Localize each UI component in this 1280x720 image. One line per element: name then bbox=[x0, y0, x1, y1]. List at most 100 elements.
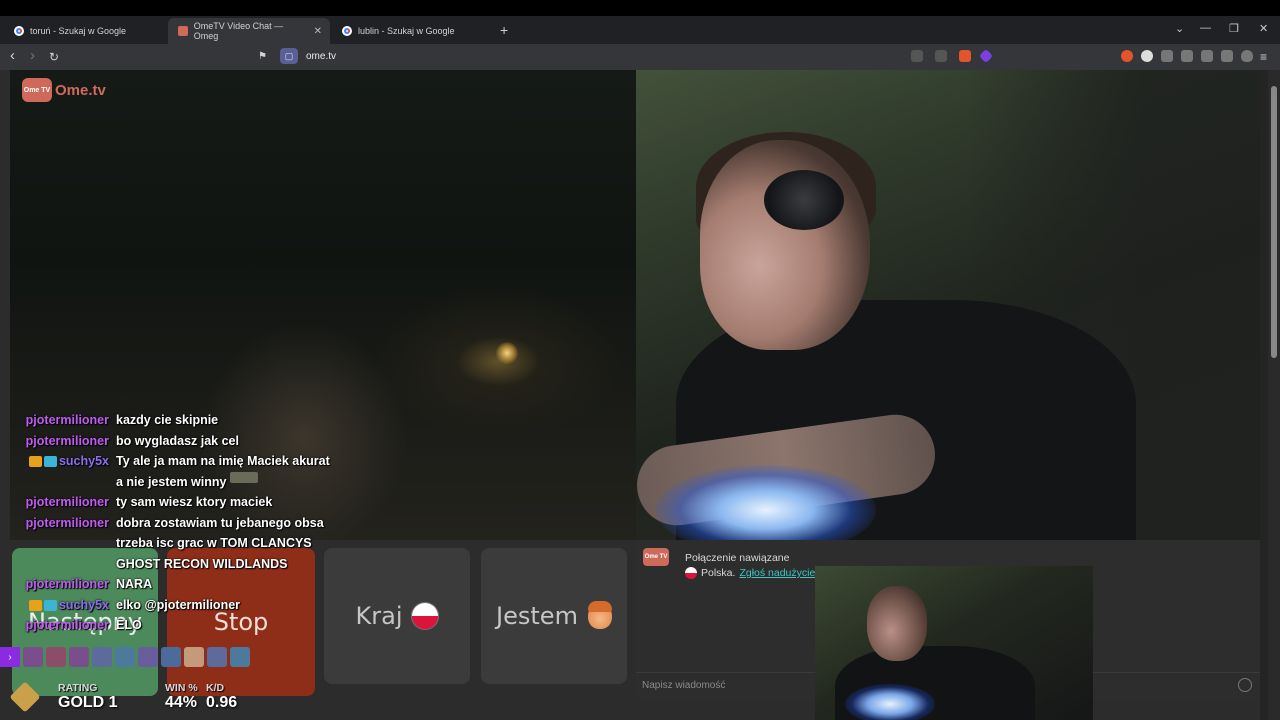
tab-search-icon[interactable]: ⌄ bbox=[1175, 22, 1184, 35]
chat-message: bo wygladasz jak cel bbox=[116, 433, 239, 448]
close-tab-icon[interactable]: ✕ bbox=[314, 26, 330, 37]
win-label: WIN % bbox=[165, 682, 198, 694]
gender-label: Jestem bbox=[496, 602, 578, 630]
headphones bbox=[764, 170, 844, 230]
kd-value: 0.96 bbox=[206, 694, 238, 711]
agent-icon bbox=[92, 647, 112, 667]
scrollbar-thumb[interactable] bbox=[1271, 86, 1277, 358]
chat-line: pjotermilioner bo wygladasz jak cel bbox=[18, 431, 348, 452]
leo-icon[interactable] bbox=[1221, 50, 1233, 62]
menu-icon[interactable]: ≡ bbox=[1260, 49, 1267, 65]
chat-username-badged: suchy5x bbox=[18, 595, 116, 616]
title-strip bbox=[0, 0, 1280, 16]
site-info-icon[interactable]: ▢ bbox=[280, 48, 298, 64]
chat-message: trzeba isc grac w TOM CLANCYS bbox=[116, 536, 312, 550]
chat-username: pjotermilioner bbox=[25, 433, 109, 448]
wallet-icon[interactable] bbox=[1201, 50, 1213, 62]
chat-username: suchy5x bbox=[58, 454, 109, 468]
tab-lublin[interactable]: lublin - Szukaj w Google bbox=[332, 20, 492, 42]
partner-country-line: Polska. Zgłoś nadużycie. bbox=[685, 567, 818, 579]
agent-strip: › bbox=[0, 647, 256, 667]
google-icon bbox=[342, 26, 352, 36]
tab-title: toruń - Szukaj w Google bbox=[30, 26, 127, 36]
close-window-icon[interactable]: ✕ bbox=[1259, 22, 1268, 35]
chat-line: pjotermilioner ELO bbox=[18, 615, 348, 636]
extensions-puzzle-icon[interactable] bbox=[1161, 50, 1173, 62]
back-icon[interactable]: ‹ bbox=[10, 48, 15, 63]
rating-value: GOLD 1 bbox=[58, 694, 118, 711]
chat-message: a nie jestem winny bbox=[116, 474, 227, 489]
kd-label: K/D bbox=[206, 682, 225, 694]
forward-icon[interactable]: › bbox=[30, 48, 35, 63]
partner-country: Polska. bbox=[701, 567, 736, 579]
ometv-system-icon: Ome TV bbox=[643, 548, 669, 566]
strip-arrow-icon: › bbox=[0, 647, 20, 667]
emoji-icon[interactable] bbox=[1238, 678, 1252, 692]
rewards-icon[interactable] bbox=[978, 48, 994, 64]
agent-icon bbox=[161, 647, 181, 667]
logo-word: Ome.tv bbox=[55, 81, 106, 99]
report-abuse-link[interactable]: Zgłoś nadużycie bbox=[739, 567, 815, 579]
chat-username: pjotermilioner bbox=[25, 577, 109, 591]
address-bar[interactable]: ▢ ome.tv bbox=[280, 48, 336, 64]
chat-username: pjotermilioner bbox=[25, 515, 109, 530]
chat-username: pjotermilioner bbox=[25, 495, 109, 509]
chat-username bbox=[18, 472, 116, 493]
browser-tabbar: toruń - Szukaj w Google OmeTV Video Chat… bbox=[0, 0, 1280, 44]
chat-message: Ty ale ja mam na imię Maciek akurat bbox=[116, 454, 330, 468]
sub-badge-icon bbox=[43, 599, 57, 611]
cast-icon[interactable] bbox=[935, 50, 947, 62]
chat-message: ELO bbox=[116, 618, 142, 632]
browser-toolbar: ‹ › ↻ ⚑ ▢ ome.tv ≡ bbox=[0, 44, 1280, 70]
poland-flag-icon bbox=[685, 567, 697, 579]
chat-line: trzeba isc grac w TOM CLANCYS bbox=[18, 533, 348, 554]
lamp-light bbox=[496, 342, 518, 364]
chat-message: elko @pjotermilioner bbox=[116, 597, 241, 612]
gender-button[interactable]: Jestem bbox=[481, 548, 627, 684]
boy-emoji-icon bbox=[587, 601, 612, 629]
tab-title: OmeTV Video Chat — Omeg bbox=[193, 21, 284, 41]
chat-line: pjotermilioner NARA bbox=[18, 574, 348, 595]
new-tab-button[interactable]: + bbox=[500, 22, 508, 38]
chat-username: pjotermilioner bbox=[25, 413, 109, 427]
restore-icon[interactable]: ❐ bbox=[1229, 22, 1239, 35]
chat-message: dobra zostawiam tu jebanego obsa bbox=[116, 515, 324, 530]
logo-mark: Ome TV bbox=[22, 78, 52, 102]
sub-badge-icon bbox=[43, 456, 57, 468]
agent-icon bbox=[23, 647, 43, 667]
translate-icon[interactable] bbox=[911, 50, 923, 62]
country-label: Kraj bbox=[355, 602, 403, 630]
tab-ometv[interactable]: OmeTV Video Chat — Omeg ✕ bbox=[168, 18, 330, 44]
self-preview-video bbox=[815, 566, 1093, 720]
chat-message: NARA bbox=[116, 577, 153, 591]
chat-username bbox=[18, 554, 116, 575]
bookmark-icon[interactable]: ⚑ bbox=[258, 49, 267, 65]
chat-username: suchy5x bbox=[58, 597, 109, 612]
tab-torun[interactable]: toruń - Szukaj w Google bbox=[4, 20, 164, 42]
minimize-icon[interactable]: — bbox=[1200, 22, 1211, 34]
poland-flag-icon bbox=[412, 603, 439, 629]
preview-head bbox=[867, 586, 927, 661]
extension-icon[interactable] bbox=[1121, 50, 1133, 62]
vpn-icon[interactable] bbox=[1241, 50, 1253, 62]
emote-icon bbox=[230, 471, 259, 483]
win-value: 44% bbox=[165, 694, 198, 711]
chat-username bbox=[18, 533, 116, 554]
chat-username-badged: suchy5x bbox=[18, 451, 116, 472]
rating-label: RATING bbox=[58, 682, 98, 694]
reload-icon[interactable]: ↻ bbox=[49, 49, 59, 65]
agent-icon bbox=[184, 647, 204, 667]
google-icon bbox=[14, 26, 24, 36]
url-text: ome.tv bbox=[306, 50, 337, 62]
brave-shields-icon[interactable] bbox=[959, 50, 971, 62]
page-edge bbox=[1260, 70, 1268, 720]
chat-line: GHOST RECON WILDLANDS bbox=[18, 554, 348, 575]
extension-icon[interactable] bbox=[1141, 50, 1153, 62]
chat-message: ty sam wiesz ktory maciek bbox=[116, 495, 273, 509]
sidebar-icon[interactable] bbox=[1181, 50, 1193, 62]
agent-icon bbox=[46, 647, 66, 667]
connection-status: Połączenie nawiązane bbox=[685, 552, 790, 564]
page-scrollbar[interactable] bbox=[1268, 70, 1280, 720]
crown-badge-icon bbox=[28, 599, 42, 611]
agent-icon bbox=[138, 647, 158, 667]
